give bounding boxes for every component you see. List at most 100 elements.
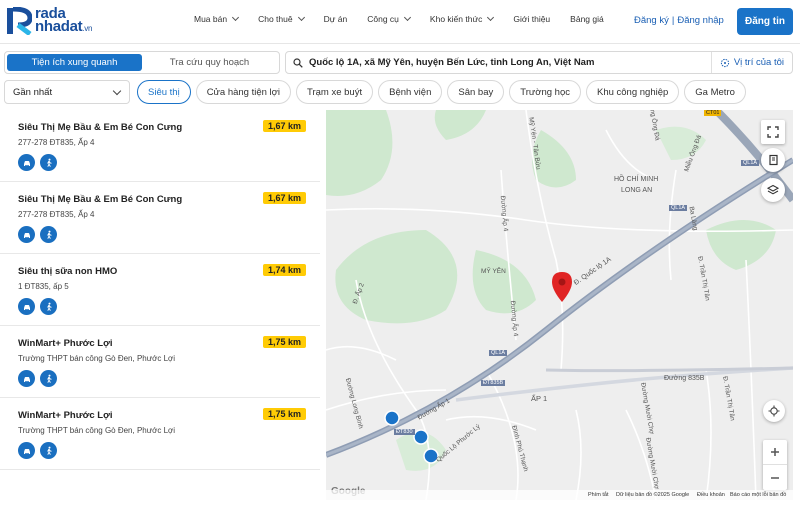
zoom-controls xyxy=(763,440,787,490)
category-chips: Siêu thị Cửa hàng tiện lợi Trạm xe buýt … xyxy=(137,80,751,104)
distance-badge: 1,74 km xyxy=(262,264,306,276)
item-name: Siêu Thị Mẹ Bầu & Em Bé Con Cưng xyxy=(18,194,183,205)
fullscreen-button[interactable] xyxy=(761,120,785,144)
nav-kho-kien-thuc[interactable]: Kho kiến thức xyxy=(430,13,495,24)
chevron-down-icon xyxy=(297,13,305,22)
map-label-city: HỒ CHÍ MINH xyxy=(614,176,659,183)
walk-icon[interactable] xyxy=(40,298,57,315)
post-listing-button[interactable]: Đăng tin xyxy=(737,8,793,35)
auth-links: Đăng ký | Đăng nhập xyxy=(634,15,724,26)
address-search[interactable]: Quốc lộ 1A, xã Mỹ Yên, huyện Bến Lức, tỉ… xyxy=(285,51,793,74)
login-link[interactable]: Đăng nhập xyxy=(677,15,723,26)
my-location-button[interactable]: Vị trí của tôi xyxy=(710,52,792,73)
nav-cho-thue[interactable]: Cho thuê xyxy=(258,13,305,24)
map-badge-dt835b: ĐT835B xyxy=(481,380,506,386)
report-error-link[interactable]: Báo cáo một lỗi bản đồ xyxy=(730,492,786,498)
item-address: 277-278 ĐT835, Ấp 4 xyxy=(18,138,95,147)
sort-select[interactable]: Gần nhất xyxy=(4,80,130,104)
map-canvas[interactable] xyxy=(326,110,793,500)
mode-tabs: Tiện ích xung quanh Tra cứu quy hoạch xyxy=(4,51,280,74)
map-label-duong835b: Đường 835B xyxy=(664,375,705,382)
tab-quy-hoach[interactable]: Tra cứu quy hoạch xyxy=(142,54,277,71)
terms-link[interactable]: Điều khoản xyxy=(697,492,725,498)
map-label-myyen: MỸ YÊN xyxy=(481,268,506,275)
item-name: WinMart+ Phước Lợi xyxy=(18,410,113,421)
car-icon[interactable] xyxy=(18,442,35,459)
keyboard-shortcuts-link[interactable]: Phím tắt xyxy=(588,492,608,498)
walk-icon[interactable] xyxy=(40,370,57,387)
item-address: 277-278 ĐT835, Ấp 4 xyxy=(18,210,95,219)
item-address: 1 ĐT835, ấp 5 xyxy=(18,282,69,291)
nav-du-an[interactable]: Dự án xyxy=(324,14,348,24)
distance-badge: 1,67 km xyxy=(262,120,306,132)
chip-khu-cong-nghiep[interactable]: Khu công nghiệp xyxy=(585,80,680,104)
sort-selected: Gần nhất xyxy=(13,86,53,98)
map-badge-ct01: CT01 xyxy=(704,110,722,116)
chip-cua-hang-tien-loi[interactable]: Cửa hàng tiện lợi xyxy=(195,80,292,104)
walk-icon[interactable] xyxy=(40,442,57,459)
main-nav: Mua bán Cho thuê Dự án Công cụ Kho kiến … xyxy=(194,13,624,24)
list-item[interactable]: WinMart+ Phước Lợi Trường THPT bán công … xyxy=(0,398,320,470)
chip-tram-xe-buyt[interactable]: Trạm xe buýt xyxy=(296,80,374,104)
book-icon xyxy=(769,154,778,166)
locate-map-button[interactable] xyxy=(763,400,785,422)
list-item[interactable]: Siêu thị sữa non HMO 1 ĐT835, ấp 5 1,74 … xyxy=(0,254,320,326)
car-icon[interactable] xyxy=(18,370,35,387)
walk-icon[interactable] xyxy=(40,154,57,171)
item-address: Trường THPT bán công Gò Đen, Phước Lợi xyxy=(18,426,176,435)
chevron-down-icon xyxy=(487,13,495,22)
car-icon[interactable] xyxy=(18,226,35,243)
map-label-ap1: ẤP 1 xyxy=(531,394,548,403)
map-badge-dt830: ĐT830 xyxy=(394,429,415,435)
register-link[interactable]: Đăng ký xyxy=(634,15,669,26)
result-list: Siêu Thị Mẹ Bầu & Em Bé Con Cưng 277-278… xyxy=(0,110,326,510)
distance-badge: 1,75 km xyxy=(262,336,306,348)
map-badge-ql1a: QL1A xyxy=(669,205,688,211)
chevron-down-icon xyxy=(112,86,122,96)
logo[interactable]: rada nhadat.vn xyxy=(6,6,93,35)
list-item[interactable]: Siêu Thị Mẹ Bầu & Em Bé Con Cưng 277-278… xyxy=(0,182,320,254)
plus-icon xyxy=(771,448,779,456)
item-address: Trường THPT bán công Gò Đen, Phước Lợi xyxy=(18,354,176,363)
nav-bang-gia[interactable]: Bảng giá xyxy=(570,14,604,24)
chip-ga-metro[interactable]: Ga Metro xyxy=(684,80,746,104)
chip-san-bay[interactable]: Sân bay xyxy=(447,80,505,104)
chip-benh-vien[interactable]: Bệnh viện xyxy=(378,80,443,104)
list-item[interactable]: WinMart+ Phước Lợi Trường THPT bán công … xyxy=(0,326,320,398)
logo-mark-icon xyxy=(7,7,32,35)
nav-mua-ban[interactable]: Mua bán xyxy=(194,13,240,24)
item-name: Siêu Thị Mẹ Bầu & Em Bé Con Cưng xyxy=(18,122,183,133)
chevron-down-icon xyxy=(403,13,411,22)
list-item[interactable]: Siêu Thị Mẹ Bầu & Em Bé Con Cưng 277-278… xyxy=(0,110,320,182)
chevron-down-icon xyxy=(232,13,240,22)
zoom-in-button[interactable] xyxy=(763,440,787,465)
zoom-out-button[interactable] xyxy=(763,465,787,490)
map-badge-ql1a: QL1A xyxy=(489,350,508,356)
crosshair-icon xyxy=(768,405,780,417)
site-header: rada nhadat.vn Mua bán Cho thuê Dự án Cô… xyxy=(0,0,800,44)
map-badge-ql1a: QL1A xyxy=(741,160,760,166)
nav-gioi-thieu[interactable]: Giới thiệu xyxy=(513,14,550,24)
car-icon[interactable] xyxy=(18,298,35,315)
map-footer: Phím tắt Dữ liệu bản đồ ©2025 Google Điề… xyxy=(326,490,793,500)
address-input[interactable]: Quốc lộ 1A, xã Mỹ Yên, huyện Bến Lức, tỉ… xyxy=(309,57,711,68)
car-icon[interactable] xyxy=(18,154,35,171)
crosshair-icon xyxy=(720,58,729,67)
chip-sieu-thi[interactable]: Siêu thị xyxy=(137,80,191,104)
fullscreen-icon xyxy=(767,126,779,138)
chip-truong-hoc[interactable]: Trường học xyxy=(509,80,581,104)
layers-icon xyxy=(767,184,779,195)
minus-icon xyxy=(771,476,779,479)
nav-cong-cu[interactable]: Công cụ xyxy=(367,13,411,24)
distance-badge: 1,75 km xyxy=(262,408,306,420)
legend-button[interactable] xyxy=(761,148,785,172)
tab-tien-ich[interactable]: Tiện ích xung quanh xyxy=(7,54,142,71)
layers-button[interactable] xyxy=(761,178,785,202)
item-name: WinMart+ Phước Lợi xyxy=(18,338,113,349)
distance-badge: 1,67 km xyxy=(262,192,306,204)
logo-text-line2: nhadat xyxy=(35,18,83,35)
walk-icon[interactable] xyxy=(40,226,57,243)
map-view[interactable]: HỒ CHÍ MINH LONG AN MỸ YÊN ẤP 1 Đ. Quốc … xyxy=(326,110,793,500)
item-name: Siêu thị sữa non HMO xyxy=(18,266,118,277)
logo-suffix: .vn xyxy=(82,24,93,33)
